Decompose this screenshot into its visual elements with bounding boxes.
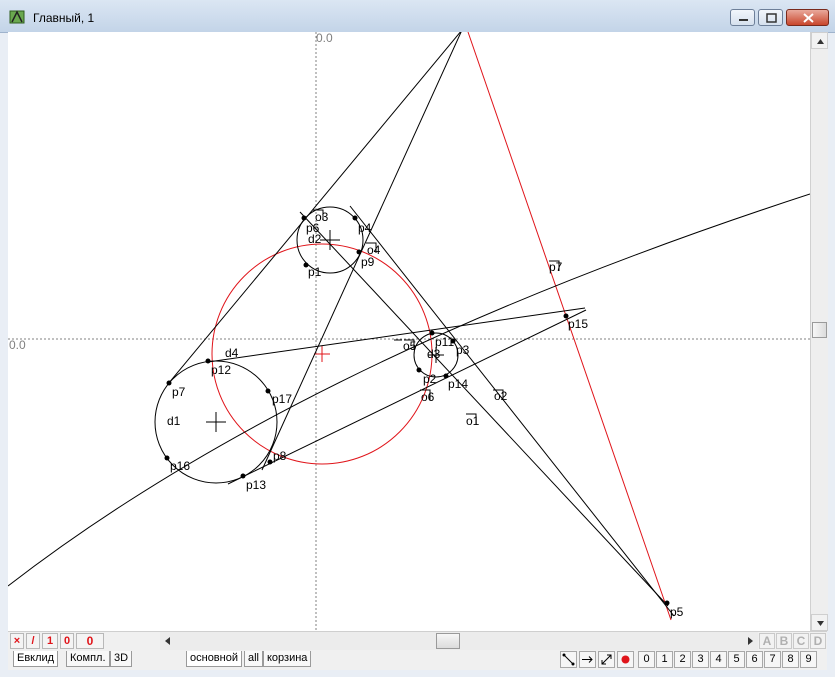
tab-all[interactable]: all [244, 651, 264, 667]
y-origin-label: 0.0 [316, 32, 333, 45]
title-bar: Главный, 1 [0, 0, 835, 33]
app-icon [9, 10, 25, 24]
label-p16: p16 [170, 459, 190, 473]
tab-compl[interactable]: Компл. [66, 651, 110, 667]
drawing-canvas[interactable]: 0.0 0.0 o3 p6 d2 p4 o4 p9 p1 p7 p15 p11 … [8, 32, 810, 631]
layer-button-6[interactable]: 6 [746, 651, 763, 668]
layer-button-1[interactable]: 1 [656, 651, 673, 668]
layer-button-7[interactable]: 7 [764, 651, 781, 668]
layer-button-4[interactable]: 4 [710, 651, 727, 668]
x-origin-label: 0.0 [9, 338, 26, 352]
label-o1: o1 [466, 414, 480, 428]
line-a[interactable] [167, 32, 462, 385]
status-bar: × / 1 0 0 A B C D [8, 631, 827, 650]
scroll-down-arrow[interactable] [811, 614, 828, 631]
line-d[interactable] [349, 205, 675, 617]
label-p15: p15 [568, 317, 588, 331]
label-p12: p12 [211, 363, 231, 377]
window-title: Главный, 1 [33, 11, 95, 25]
layer-button-9[interactable]: 9 [800, 651, 817, 668]
scroll-up-arrow[interactable] [811, 32, 828, 49]
layer-letter-c[interactable]: C [793, 633, 809, 649]
label-p3: p3 [456, 343, 470, 357]
scroll-left-arrow[interactable] [162, 632, 174, 650]
label-p17: p17 [272, 392, 292, 406]
label-o6: o6 [421, 390, 435, 404]
label-o5: o5 [403, 339, 417, 353]
tab-euclid[interactable]: Евклид [13, 651, 59, 667]
label-d1: d1 [167, 414, 181, 428]
diagonal-arrow-tool-icon[interactable] [598, 651, 615, 668]
layer-letter-b[interactable]: B [776, 633, 792, 649]
status-mark-x[interactable]: × [10, 633, 24, 649]
label-d3: d3 [427, 347, 441, 361]
tab-main[interactable]: основной [186, 651, 242, 667]
vertical-scroll-thumb[interactable] [812, 322, 827, 338]
label-p14: p14 [448, 377, 468, 391]
label-d2: d2 [308, 232, 322, 246]
minimize-button[interactable] [730, 9, 755, 26]
status-counter: 0 [76, 633, 104, 649]
label-p1: p1 [308, 265, 322, 279]
tab-bar: Евклид Компл. 3D основной all корзина 0 … [8, 650, 827, 670]
label-d4: d4 [225, 346, 239, 360]
status-mark-slash[interactable]: / [26, 633, 40, 649]
vertical-scrollbar[interactable] [810, 32, 828, 631]
horizontal-scroll-thumb[interactable] [436, 633, 460, 649]
status-mark-one[interactable]: 1 [42, 633, 58, 649]
status-mark-zero[interactable]: 0 [60, 633, 74, 649]
layer-button-8[interactable]: 8 [782, 651, 799, 668]
layer-button-2[interactable]: 2 [674, 651, 691, 668]
label-o2: o2 [494, 389, 508, 403]
layer-letter-d[interactable]: D [810, 633, 826, 649]
points[interactable] [164, 215, 670, 606]
arrow-right-tool-icon[interactable] [579, 651, 596, 668]
layer-button-0[interactable]: 0 [638, 651, 655, 668]
label-p9: p9 [361, 255, 375, 269]
close-button[interactable] [786, 9, 829, 26]
label-p5: p5 [670, 605, 684, 619]
label-p4: p4 [358, 221, 372, 235]
tab-3d[interactable]: 3D [110, 651, 133, 667]
layer-button-5[interactable]: 5 [728, 651, 745, 668]
tab-trash[interactable]: корзина [263, 651, 312, 667]
label-p8: p8 [273, 449, 287, 463]
label-p7: p7 [172, 385, 186, 399]
maximize-button[interactable] [758, 9, 783, 26]
label-p2: p2 [423, 372, 437, 386]
layer-button-3[interactable]: 3 [692, 651, 709, 668]
line-c[interactable] [299, 211, 669, 607]
segment-tool-icon[interactable] [560, 651, 577, 668]
layer-letter-a[interactable]: A [759, 633, 775, 649]
curve[interactable] [8, 193, 810, 587]
record-dot-icon[interactable] [617, 651, 634, 668]
horizontal-scrollbar[interactable] [160, 632, 758, 650]
line-d4[interactable] [207, 307, 586, 363]
label-p13: p13 [246, 478, 266, 492]
label-p7-top: p7 [549, 260, 563, 274]
scroll-right-arrow[interactable] [744, 632, 756, 650]
